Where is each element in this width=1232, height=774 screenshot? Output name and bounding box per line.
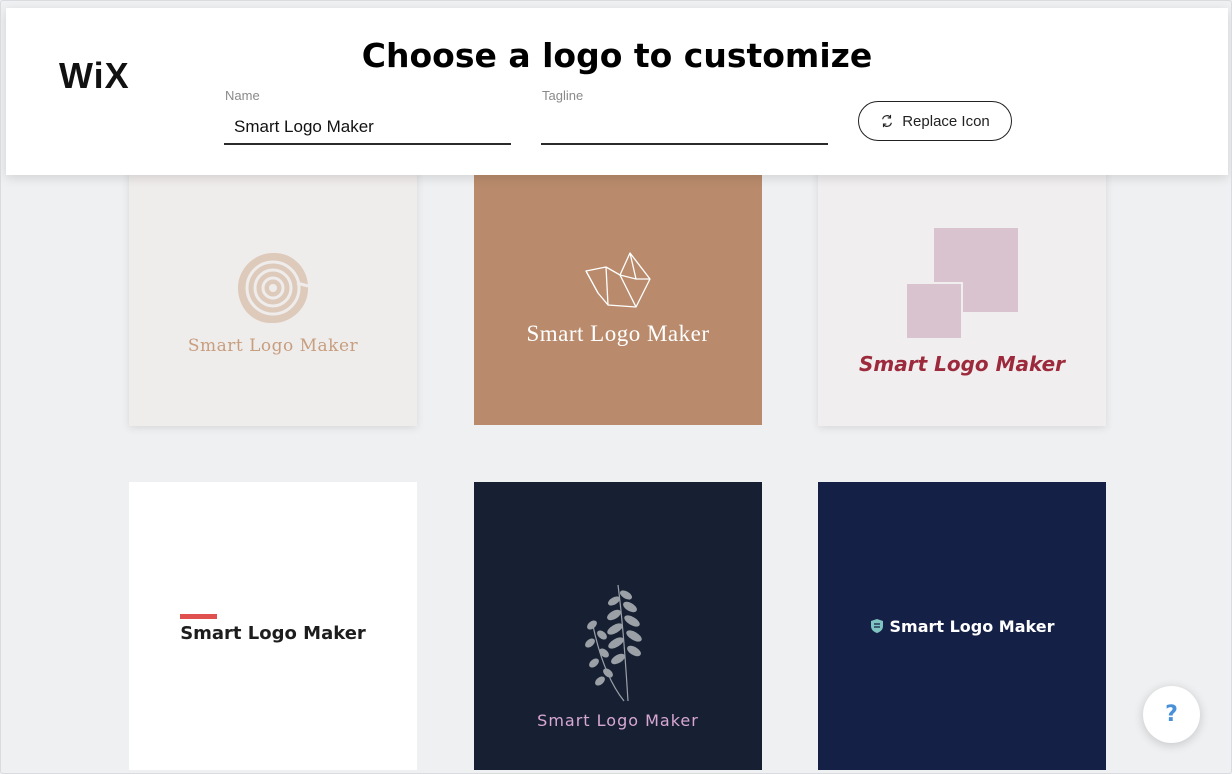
tagline-input[interactable] [541, 115, 828, 145]
page-title: Choose a logo to customize [361, 36, 873, 75]
replace-icon-button[interactable]: Replace Icon [858, 101, 1012, 141]
app-frame: WiX Choose a logo to customize Name Tagl… [0, 0, 1232, 774]
logo-text: Smart Logo Maker [526, 321, 710, 346]
help-label: ? [1165, 702, 1178, 727]
tagline-field: Tagline [541, 88, 828, 145]
name-field: Name [224, 88, 511, 145]
header-bar: WiX Choose a logo to customize Name Tagl… [6, 8, 1228, 175]
swap-icon [882, 114, 893, 128]
logo-card-6[interactable]: Smart Logo Maker [818, 482, 1106, 770]
red-bar-accent [180, 614, 218, 619]
name-input[interactable] [224, 115, 511, 145]
logo-lockup: Smart Logo Maker [870, 616, 1055, 636]
logo-text: Smart Logo Maker [537, 710, 699, 730]
leaf-branch-icon [585, 584, 642, 701]
logo-card-1[interactable]: Smart Logo Maker [129, 161, 417, 426]
logo-text: Smart Logo Maker [889, 616, 1055, 636]
logo-text: Smart Logo Maker [858, 351, 1066, 376]
logo-card-5[interactable]: Smart Logo Maker [474, 482, 762, 770]
shield-icon [870, 619, 883, 633]
logo-text: Smart Logo Maker [187, 335, 359, 356]
name-label: Name [225, 88, 260, 103]
replace-icon-label: Replace Icon [902, 112, 990, 130]
help-button[interactable]: ? [1143, 686, 1200, 743]
geometric-shape-icon [585, 252, 651, 308]
tree-rings-icon [238, 252, 309, 323]
logo-lockup: Smart Logo Maker [180, 614, 366, 644]
logo-card-3[interactable]: Smart Logo Maker [818, 161, 1106, 426]
logo-card-2[interactable]: Smart Logo Maker [474, 161, 762, 425]
overlapping-squares-icon [906, 227, 1018, 340]
logo-card-4[interactable]: Smart Logo Maker [129, 482, 417, 770]
logo-text: Smart Logo Maker [180, 623, 366, 644]
tagline-label: Tagline [542, 88, 584, 103]
